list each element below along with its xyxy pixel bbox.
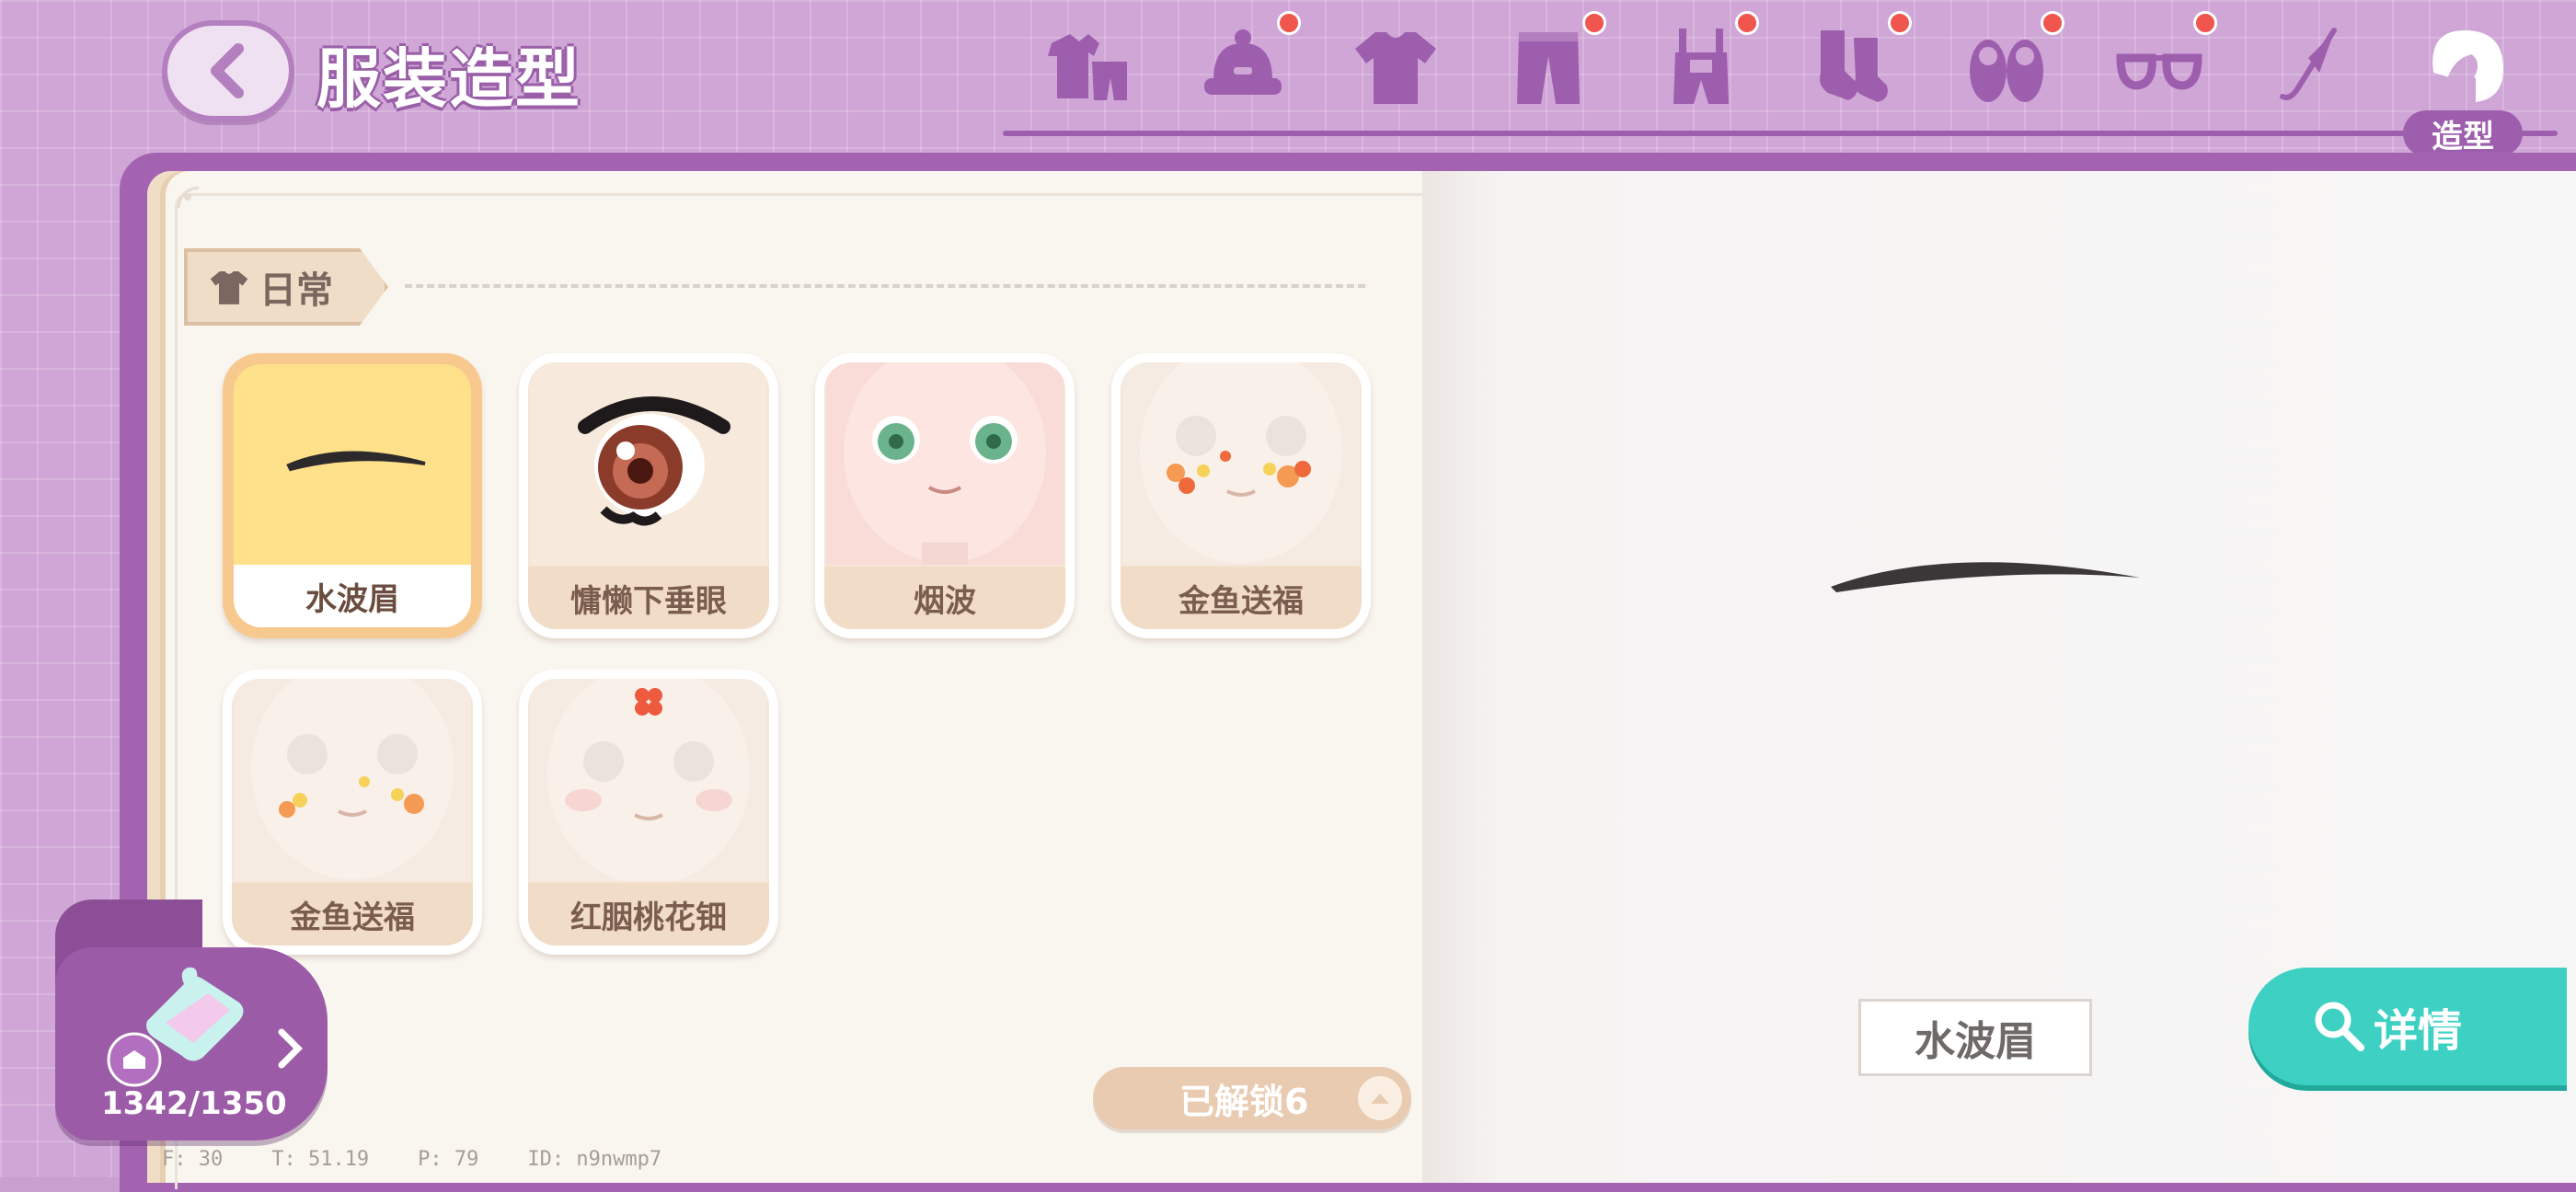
- item-name: 慵懒下垂眼: [528, 567, 769, 629]
- back-arrow-icon: [211, 43, 244, 98]
- hairstyle-icon: [2432, 30, 2503, 102]
- tab-socks[interactable]: [1803, 11, 1912, 112]
- glasses-icon: [2116, 53, 2202, 90]
- hat-icon: [1204, 29, 1282, 95]
- eyebrow-preview: [1831, 562, 2140, 592]
- item-card[interactable]: 金鱼送福: [1111, 353, 1371, 638]
- page-title: 服装造型: [316, 41, 581, 117]
- item-card[interactable]: 红胭桃花钿: [519, 670, 778, 955]
- item-name: 红胭桃花钿: [528, 883, 769, 946]
- search-icon: [2315, 1002, 2364, 1051]
- tab-shoes[interactable]: [1956, 11, 2064, 112]
- debug-fps: F: 30: [162, 1148, 224, 1171]
- item-card[interactable]: 水波眉: [223, 353, 482, 638]
- unlocked-label: 已解锁6: [1179, 1081, 1309, 1122]
- section-divider: [405, 284, 1365, 288]
- section-tag: 日常: [184, 248, 388, 326]
- tab-hairstyle[interactable]: [2414, 20, 2515, 112]
- item-name: 金鱼送福: [232, 883, 473, 946]
- chevron-up-icon: [1358, 1076, 1402, 1120]
- item-name: 烟波: [824, 567, 1065, 629]
- item-card[interactable]: 金鱼送福: [223, 670, 482, 955]
- new-badge: [1888, 11, 1912, 35]
- collection-count: 1342/1350: [101, 1085, 287, 1122]
- tab-overalls[interactable]: [1650, 11, 1759, 112]
- item-card[interactable]: 慵懒下垂眼: [519, 353, 778, 638]
- section-label: 日常: [259, 269, 333, 312]
- new-badge: [1735, 11, 1759, 35]
- shirt-icon: [210, 270, 248, 304]
- details-button[interactable]: 详情: [2248, 968, 2567, 1085]
- chevron-right-icon: [276, 1028, 304, 1072]
- category-divider: [1003, 131, 2558, 136]
- item-name: 金鱼送福: [1121, 567, 1362, 629]
- debug-p: P: 79: [418, 1148, 479, 1171]
- tab-umbrella[interactable]: [2261, 20, 2363, 112]
- pants-icon: [1517, 32, 1580, 104]
- details-label: 详情: [2374, 1005, 2463, 1057]
- new-badge: [1582, 11, 1606, 35]
- tab-pants[interactable]: [1498, 11, 1606, 112]
- outfit-set-icon: [1048, 34, 1127, 100]
- debug-t: T: 51.19: [271, 1148, 370, 1171]
- debug-id: ID: n9nwmp7: [527, 1148, 662, 1171]
- face-goldfish-thumbnail: [1122, 362, 1360, 565]
- item-card[interactable]: 烟波: [815, 353, 1075, 638]
- item-name: 水波眉: [234, 565, 471, 627]
- socks-icon: [1820, 30, 1888, 102]
- tab-outfit-set[interactable]: [1038, 20, 1139, 112]
- face-goldfish-thumbnail: [234, 679, 471, 881]
- corner-ornament-icon: [175, 184, 202, 215]
- umbrella-icon: [2280, 28, 2337, 100]
- shoes-icon: [1970, 40, 2043, 102]
- new-badge: [1277, 11, 1301, 35]
- eye-thumbnail: [530, 362, 767, 565]
- tab-glasses[interactable]: [2109, 11, 2217, 112]
- debug-info: F: 30 T: 51.19 P: 79 ID: n9nwmp7: [162, 1148, 661, 1171]
- new-badge: [2193, 11, 2217, 35]
- back-button[interactable]: [162, 20, 294, 121]
- tab-hat[interactable]: [1192, 11, 1301, 112]
- active-tab-label: 造型: [2403, 110, 2523, 156]
- face-green-eyes-thumbnail: [826, 362, 1064, 565]
- eyebrow-thumbnail: [286, 451, 426, 472]
- preview-item-name: 水波眉: [1858, 999, 2092, 1076]
- overalls-icon: [1673, 29, 1729, 104]
- new-badge: [2041, 11, 2064, 35]
- tab-shirt[interactable]: [1345, 20, 1446, 112]
- hanger-badge-icon: [107, 1032, 162, 1087]
- face-flower-thumbnail: [530, 679, 767, 881]
- shirt-icon: [1355, 32, 1436, 104]
- unlocked-filter-button[interactable]: 已解锁6: [1093, 1067, 1411, 1129]
